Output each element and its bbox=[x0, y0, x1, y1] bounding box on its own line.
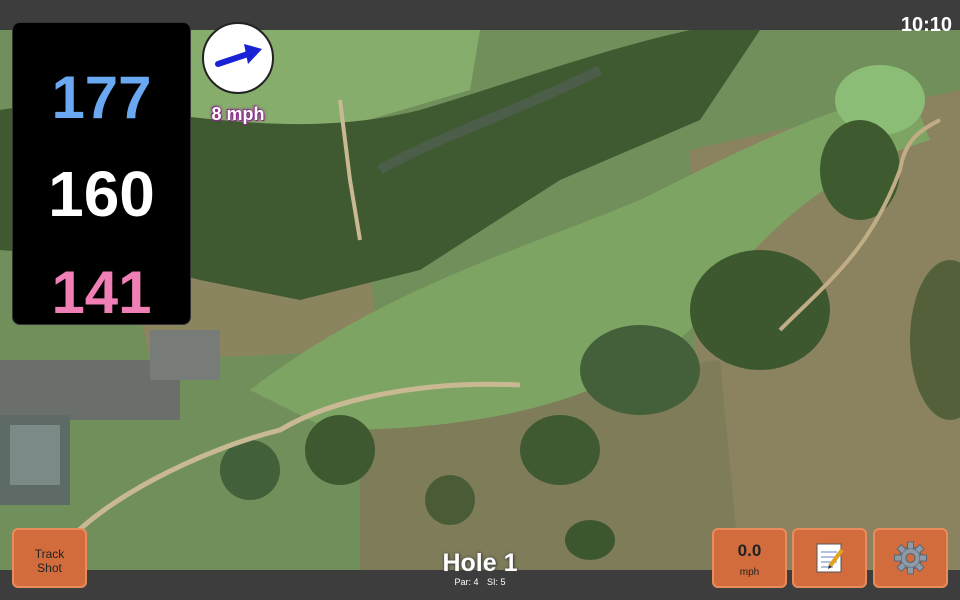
notes-button[interactable] bbox=[792, 528, 867, 588]
gear-icon bbox=[894, 541, 927, 575]
settings-button[interactable] bbox=[873, 528, 948, 588]
speed-button[interactable]: 0.0 mph bbox=[712, 528, 787, 588]
yardage-panel: 177 160 141 bbox=[12, 22, 191, 326]
wind-direction-indicator bbox=[202, 22, 274, 94]
stroke-index-label: SI: 5 bbox=[487, 577, 506, 587]
track-shot-button[interactable]: Track Shot bbox=[12, 528, 87, 588]
speed-value: 0.0 bbox=[737, 541, 762, 560]
hole-meta: Par: 4 SI: 5 bbox=[380, 577, 580, 587]
front-yardage: 141 bbox=[51, 259, 152, 326]
middle-yardage: 160 bbox=[48, 158, 155, 230]
arrow-right-icon bbox=[215, 44, 262, 67]
track-shot-label-line1: Track bbox=[34, 547, 65, 561]
clock: 10:10 bbox=[900, 14, 952, 36]
par-label: Par: 4 bbox=[454, 577, 479, 587]
speed-unit: mph bbox=[739, 567, 760, 578]
track-shot-label-line2: Shot bbox=[37, 561, 62, 575]
notepad-icon bbox=[816, 543, 844, 573]
wind-speed-label: 8 mph bbox=[211, 104, 265, 124]
hole-title: Hole 1 bbox=[442, 549, 518, 577]
back-yardage: 177 bbox=[51, 64, 152, 131]
